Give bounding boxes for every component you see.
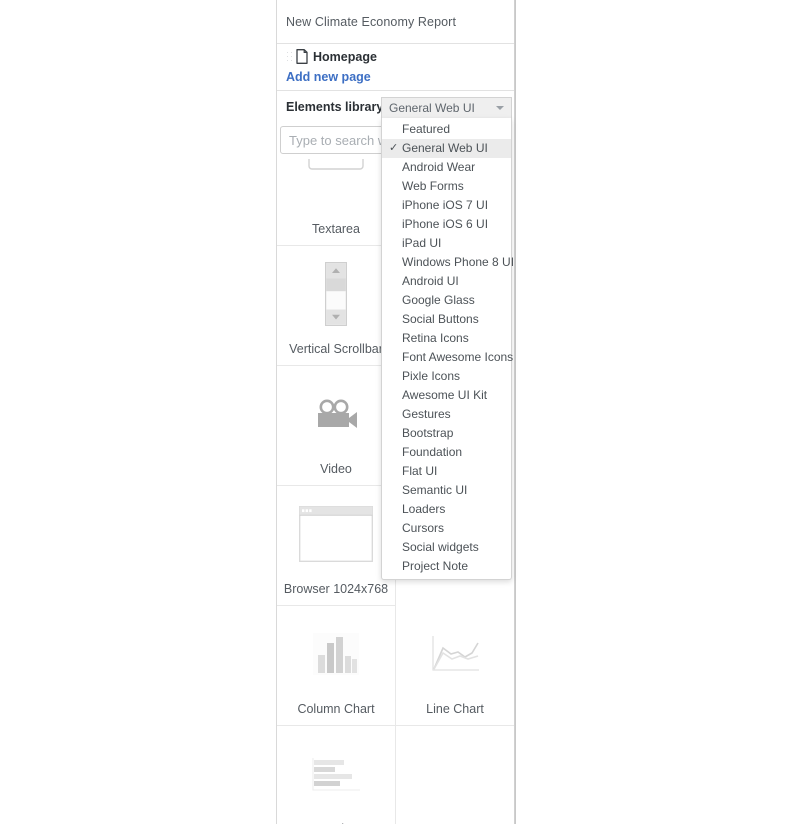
- dropdown-option[interactable]: Foundation: [382, 443, 511, 462]
- dropdown-option[interactable]: Android UI: [382, 272, 511, 291]
- element-tile-label: Line Chart: [426, 702, 484, 716]
- dropdown-option[interactable]: Font Awesome Icons: [382, 348, 514, 367]
- project-title-row[interactable]: New Climate Economy Report: [277, 0, 515, 44]
- element-tile[interactable]: Video: [277, 366, 396, 486]
- dropdown-option-label: Cursors: [402, 521, 445, 535]
- drag-handle-icon[interactable]: [286, 50, 293, 64]
- element-tile-label: Video: [320, 462, 352, 476]
- vertical-scrollbar-icon: [277, 246, 395, 342]
- dropdown-option-label: Gestures: [402, 407, 451, 421]
- element-tile[interactable]: Bar Chart: [277, 726, 396, 824]
- dropdown-option-label: Project Note: [402, 559, 469, 573]
- dropdown-option-label: Google Glass: [402, 293, 475, 307]
- project-title: New Climate Economy Report: [286, 14, 457, 29]
- dropdown-option[interactable]: Awesome UI Kit: [382, 386, 511, 405]
- textarea-icon: [277, 159, 395, 222]
- element-tile-label: Column Chart: [297, 702, 375, 716]
- dropdown-option[interactable]: iPad UI: [382, 234, 511, 253]
- screen: New Climate Economy Report Homepage Add …: [0, 0, 800, 824]
- line-chart-icon: [396, 606, 514, 702]
- dropdown-option-label: Bootstrap: [402, 426, 454, 440]
- dropdown-option[interactable]: ✓ General Web UI: [382, 139, 511, 158]
- column-chart-icon: [277, 606, 395, 702]
- dropdown-option[interactable]: Bootstrap: [382, 424, 511, 443]
- dropdown-option-label: Pixle Icons: [402, 369, 461, 383]
- dropdown-option[interactable]: Cursors: [382, 519, 511, 538]
- dropdown-option[interactable]: Semantic UI: [382, 481, 511, 500]
- video-icon: [277, 366, 395, 462]
- element-tile[interactable]: Line Chart: [396, 606, 515, 726]
- dropdown-option-label: iPhone iOS 6 UI: [402, 217, 489, 231]
- add-new-page-link[interactable]: Add new page: [277, 70, 515, 84]
- dropdown-option[interactable]: Pixle Icons: [382, 367, 511, 386]
- dropdown-option-label: Semantic UI: [402, 483, 468, 497]
- dropdown-option[interactable]: Retina Icons: [382, 329, 511, 348]
- chevron-down-icon: [496, 106, 504, 110]
- dropdown-option[interactable]: Flat UI: [382, 462, 511, 481]
- dropdown-option[interactable]: Windows Phone 8 UI: [382, 253, 515, 272]
- element-tile[interactable]: Vertical Scrollbar: [277, 246, 396, 366]
- dropdown-option[interactable]: Google Glass: [382, 291, 511, 310]
- dropdown-option-label: Font Awesome Icons: [402, 350, 514, 364]
- dropdown-option-label: Featured: [402, 122, 451, 136]
- element-tile[interactable]: Column Chart: [277, 606, 396, 726]
- page-document-icon: [296, 49, 308, 64]
- dropdown-option-label: Social widgets: [402, 540, 479, 554]
- dropdown-option[interactable]: Featured: [382, 120, 511, 139]
- dropdown-option-label: iPhone iOS 7 UI: [402, 198, 489, 212]
- browser-icon: [277, 486, 395, 582]
- elements-library-selected-value: General Web UI: [389, 101, 475, 115]
- dropdown-option-label: Loaders: [402, 502, 446, 516]
- dropdown-option-label: Windows Phone 8 UI: [402, 255, 515, 269]
- element-tile[interactable]: Browser 1024x768: [277, 486, 396, 606]
- page-list-item-homepage[interactable]: Homepage: [277, 44, 515, 69]
- dropdown-option-label: Retina Icons: [402, 331, 469, 345]
- dropdown-option[interactable]: iPhone iOS 6 UI: [382, 215, 511, 234]
- dropdown-option[interactable]: Project Note: [382, 557, 511, 576]
- dropdown-option[interactable]: Loaders: [382, 500, 511, 519]
- element-tile-label: Vertical Scrollbar: [289, 342, 383, 356]
- dropdown-option-label: Web Forms: [402, 179, 464, 193]
- dropdown-option[interactable]: Social Buttons: [382, 310, 511, 329]
- elements-library-select[interactable]: General Web UI: [381, 97, 512, 118]
- dropdown-option-label: iPad UI: [402, 236, 442, 250]
- bar-chart-icon: [277, 726, 395, 822]
- element-tile-label: Browser 1024x768: [283, 582, 389, 596]
- dropdown-option-label: Android Wear: [402, 160, 476, 174]
- dropdown-option[interactable]: Social widgets: [382, 538, 511, 557]
- dropdown-option-label: Social Buttons: [402, 312, 479, 326]
- elements-library-dropdown-list[interactable]: Featured ✓ General Web UI Android Wear Web F…: [381, 118, 515, 580]
- panel-scrollbar[interactable]: [514, 0, 515, 824]
- dropdown-option-label: Flat UI: [402, 464, 438, 478]
- pages-block: Homepage Add new page: [277, 44, 515, 91]
- elements-library-label: Elements library:: [286, 100, 388, 114]
- dropdown-option[interactable]: Web Forms: [382, 177, 511, 196]
- dropdown-option[interactable]: iPhone iOS 7 UI: [382, 196, 511, 215]
- dropdown-option-label: General Web UI: [402, 141, 488, 155]
- element-tile[interactable]: Textarea: [277, 159, 396, 246]
- dropdown-option-label: Android UI: [402, 274, 459, 288]
- dropdown-option-label: Awesome UI Kit: [402, 388, 488, 402]
- dropdown-option[interactable]: Gestures: [382, 405, 511, 424]
- check-icon: ✓: [389, 142, 399, 154]
- element-tile-label: Textarea: [312, 222, 360, 236]
- dropdown-option[interactable]: Android Wear: [382, 158, 511, 177]
- dropdown-option-label: Foundation: [402, 445, 463, 459]
- page-label: Homepage: [313, 49, 377, 64]
